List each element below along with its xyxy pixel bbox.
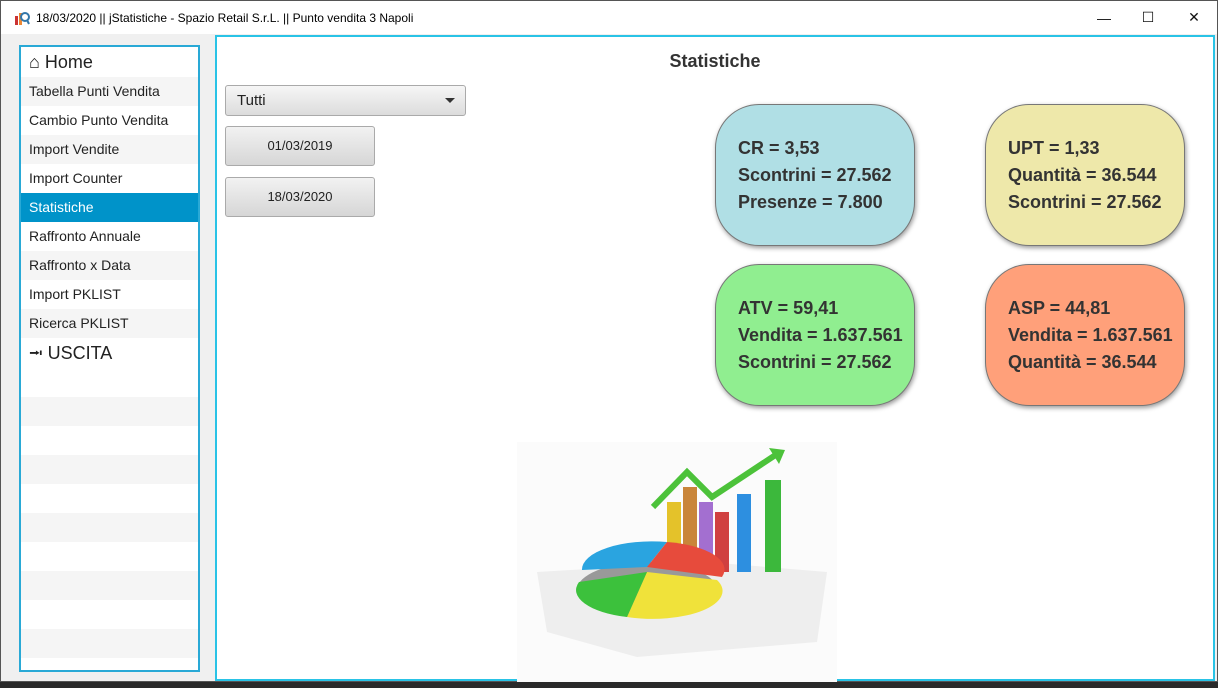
kpi-line: ATV = 59,41 (738, 297, 839, 318)
kpi-line: Quantità = 36.544 (1008, 351, 1157, 372)
statistics-illustration (517, 442, 837, 682)
store-filter-select[interactable]: Tutti (225, 85, 466, 116)
kpi-line: Presenze = 7.800 (738, 191, 883, 212)
kpi-line: Vendita = 1.637.561 (1008, 324, 1173, 345)
kpi-line: CR = 3,53 (738, 137, 820, 158)
date-to-button[interactable]: 18/03/2020 (225, 177, 375, 217)
kpi-line: ASP = 44,81 (1008, 297, 1111, 318)
kpi-card: CR = 3,53 Scontrini = 27.562 Presenze = 7.… (715, 104, 915, 246)
sidebar-item-exit[interactable]: ⭲ USCITA (21, 338, 198, 368)
kpi-card: ASP = 44,81 Vendita = 1.637.561 Quantità =… (985, 264, 1185, 406)
sidebar-item-label: USCITA (47, 343, 113, 363)
sidebar-item-cambio-punto-vendita[interactable]: Cambio Punto Vendita (21, 106, 198, 135)
kpi-line: Quantità = 36.544 (1008, 164, 1157, 185)
close-button[interactable]: ✕ (1171, 1, 1217, 34)
kpi-line: Scontrini = 27.562 (738, 164, 892, 185)
sidebar-item-import-counter[interactable]: Import Counter (21, 164, 198, 193)
kpi-line: Scontrini = 27.562 (738, 351, 892, 372)
page-title: Statistiche (669, 51, 761, 71)
window-title: 18/03/2020 || jStatistiche - Spazio Reta… (36, 10, 414, 25)
select-value: Tutti (237, 92, 266, 109)
app-window: 18/03/2020 || jStatistiche - Spazio Reta… (0, 0, 1218, 682)
exit-icon: ⭲ (29, 343, 43, 363)
kpi-card: ATV = 59,41 Vendita = 1.637.561 Scontrini … (715, 264, 915, 406)
sidebar-item-statistiche[interactable]: Statistiche (21, 193, 198, 222)
sidebar-item-tabella-punti-vendita[interactable]: Tabella Punti Vendita (21, 77, 198, 106)
sidebar-menu: ⌂ Home Tabella Punti Vendita Cambio Punto… (19, 45, 200, 672)
chevron-down-icon (445, 98, 455, 103)
app-icon (15, 11, 30, 25)
date-from-button[interactable]: 01/03/2019 (225, 126, 375, 166)
sidebar-item-label: Home (44, 52, 93, 72)
statistics-panel: Statistiche Tutti 01/03/2019 18/03/2020 … (215, 35, 1215, 682)
sidebar-item-raffronto-annuale[interactable]: Raffronto Annuale (21, 222, 198, 251)
sidebar-item-import-pklist[interactable]: Import PKLIST (21, 280, 198, 309)
sidebar-item-home[interactable]: ⌂ Home (21, 47, 198, 77)
kpi-line: UPT = 1,33 (1008, 137, 1100, 158)
sidebar-item-raffronto-x-data[interactable]: Raffronto x Data (21, 251, 198, 280)
sidebar-item-import-vendite[interactable]: Import Vendite (21, 135, 198, 164)
kpi-line: Vendita = 1.637.561 (738, 324, 903, 345)
home-icon: ⌂ (29, 52, 40, 72)
minimize-button[interactable]: — (1081, 1, 1127, 34)
sidebar-item-ricerca-pklist[interactable]: Ricerca PKLIST (21, 309, 198, 338)
maximize-button[interactable]: ☐ (1125, 1, 1171, 34)
kpi-card: UPT = 1,33 Quantità = 36.544 Scontrini = 2… (985, 104, 1185, 246)
title-bar: 18/03/2020 || jStatistiche - Spazio Reta… (1, 1, 1217, 34)
kpi-line: Scontrini = 27.562 (1008, 191, 1162, 212)
